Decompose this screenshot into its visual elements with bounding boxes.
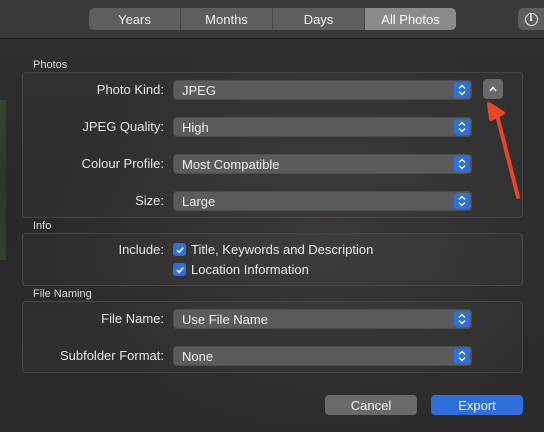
file-name-value: Use File Name bbox=[182, 312, 268, 327]
tab-months[interactable]: Months bbox=[181, 8, 273, 30]
cancel-button[interactable]: Cancel bbox=[325, 395, 417, 415]
subfolder-format-value: None bbox=[182, 349, 214, 364]
info-button[interactable]: i bbox=[518, 8, 544, 30]
info-circle-icon: i bbox=[524, 12, 538, 26]
location-information-checkbox[interactable] bbox=[173, 263, 186, 276]
photo-kind-value: JPEG bbox=[182, 83, 216, 98]
title-keywords-description-option[interactable]: Title, Keywords and Description bbox=[173, 242, 373, 257]
file-naming-section-label: File Naming bbox=[33, 288, 92, 300]
view-segmented-control: Years Months Days All Photos bbox=[89, 8, 456, 30]
include-label: Include: bbox=[118, 242, 164, 257]
colour-profile-popup[interactable]: Most Compatible bbox=[173, 154, 472, 174]
checkmark-icon bbox=[175, 266, 184, 274]
file-name-popup[interactable]: Use File Name bbox=[173, 309, 472, 329]
title-keywords-description-checkbox[interactable] bbox=[173, 243, 186, 256]
chevron-up-icon bbox=[489, 86, 497, 92]
up-down-chevron-icon bbox=[454, 156, 470, 172]
size-value: Large bbox=[182, 194, 216, 209]
up-down-chevron-icon bbox=[454, 348, 470, 364]
info-section-label: Info bbox=[33, 220, 52, 232]
colour-profile-label: Colour Profile: bbox=[81, 156, 164, 171]
disclosure-button[interactable] bbox=[483, 79, 503, 99]
colour-profile-value: Most Compatible bbox=[182, 157, 280, 172]
subfolder-format-label: Subfolder Format: bbox=[59, 348, 164, 363]
title-keywords-description-label: Title, Keywords and Description bbox=[191, 242, 374, 257]
size-label: Size: bbox=[135, 193, 164, 208]
subfolder-format-popup[interactable]: None bbox=[173, 346, 472, 366]
up-down-chevron-icon bbox=[454, 119, 470, 135]
checkmark-icon bbox=[175, 246, 184, 254]
photos-section-label: Photos bbox=[33, 59, 68, 71]
jpeg-quality-value: High bbox=[182, 120, 209, 135]
jpeg-quality-popup[interactable]: High bbox=[173, 117, 472, 137]
location-information-option[interactable]: Location Information bbox=[173, 262, 309, 277]
tab-all-photos[interactable]: All Photos bbox=[365, 8, 456, 30]
tab-days[interactable]: Days bbox=[273, 8, 365, 30]
size-popup[interactable]: Large bbox=[173, 191, 472, 211]
location-information-label: Location Information bbox=[191, 262, 309, 277]
info-group bbox=[22, 233, 523, 286]
up-down-chevron-icon bbox=[454, 82, 470, 98]
photo-kind-label: Photo Kind: bbox=[96, 82, 164, 97]
file-name-label: File Name: bbox=[101, 311, 164, 326]
jpeg-quality-label: JPEG Quality: bbox=[82, 119, 164, 134]
toolbar: Years Months Days All Photos i bbox=[0, 0, 544, 39]
up-down-chevron-icon bbox=[454, 311, 470, 327]
export-button[interactable]: Export bbox=[431, 395, 523, 415]
tab-years[interactable]: Years bbox=[89, 8, 181, 30]
up-down-chevron-icon bbox=[454, 193, 470, 209]
photo-kind-popup[interactable]: JPEG bbox=[173, 80, 472, 100]
